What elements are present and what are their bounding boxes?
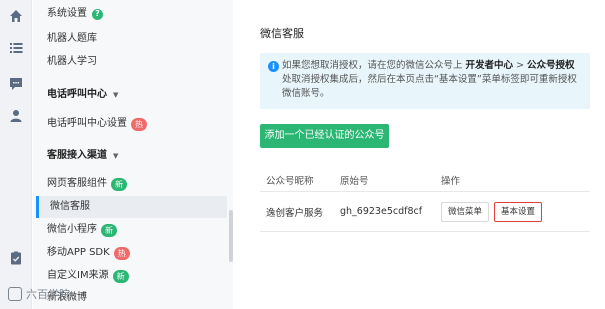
page-title: 微信客服 xyxy=(260,27,304,40)
clipboard-icon[interactable] xyxy=(8,250,24,266)
sidebar-item-label: 网页客服组件 xyxy=(47,178,107,189)
sidebar-group-call-center[interactable]: 电话呼叫中心 ▼ xyxy=(47,85,227,105)
watermark: 六百学院 xyxy=(8,286,70,302)
sidebar-item-system-settings[interactable]: 系统设置 ? xyxy=(47,3,227,25)
notice-text-part: > xyxy=(513,60,528,71)
new-badge: 新 xyxy=(101,223,117,237)
help-icon[interactable]: ? xyxy=(92,8,103,20)
column-header-actions: 操作 xyxy=(441,175,461,187)
cell-actions: 微信菜单 基本设置 xyxy=(441,192,543,231)
list-icon[interactable] xyxy=(8,40,24,56)
sidebar-item-custom-im-source[interactable]: 自定义IM来源 新 xyxy=(47,265,227,287)
chat-icon[interactable] xyxy=(8,76,24,92)
sidebar-item-sina-weibo[interactable]: 新浪微博 xyxy=(47,287,227,309)
sidebar-item-robot-question-bank[interactable]: 机器人题库 xyxy=(47,28,227,50)
sidebar-item-label: 自定义IM来源 xyxy=(47,270,109,281)
sidebar-item-label: 电话呼叫中心设置 xyxy=(47,118,127,129)
sidebar-item-mobile-app-sdk[interactable]: 移动APP SDK 热 xyxy=(47,242,227,264)
sidebar-item-label: 微信小程序 xyxy=(47,224,97,235)
sidebar-item-label: 机器人学习 xyxy=(47,56,97,67)
sidebar-item-wechat-mini-program[interactable]: 微信小程序 新 xyxy=(47,219,227,241)
column-header-raw-id: 原始号 xyxy=(340,175,369,187)
table-row: 逸创客户服务 gh_6923e5cdf8cf 微信菜单 基本设置 xyxy=(260,192,590,232)
new-badge: 新 xyxy=(112,269,129,283)
column-header-nickname: 公众号昵称 xyxy=(266,175,314,187)
icon-rail xyxy=(0,0,32,309)
basic-settings-button[interactable]: 基本设置 xyxy=(494,201,543,222)
caret-down-icon: ▼ xyxy=(113,91,119,99)
sidebar-item-label: 机器人题库 xyxy=(47,33,97,44)
table-header: 公众号昵称 原始号 操作 xyxy=(260,168,590,192)
notice-account-authorization: 公众号授权 xyxy=(527,60,575,71)
sidebar-item-wechat-service[interactable]: 微信客服 xyxy=(36,196,227,218)
info-icon: i xyxy=(268,61,279,72)
sidebar-group-channels[interactable]: 客服接入渠道 ▼ xyxy=(47,146,227,166)
caret-down-icon: ▼ xyxy=(113,152,119,160)
cell-nickname: 逸创客户服务 xyxy=(266,207,324,219)
new-badge: 新 xyxy=(111,177,127,191)
hot-badge: 热 xyxy=(131,117,147,131)
main-content: 微信客服 i 如果您想取消授权，请在您的微信公众号上 开发者中心 > 公众号授权… xyxy=(248,0,605,309)
hot-badge: 热 xyxy=(113,246,130,260)
notice-text: 如果您想取消授权，请在您的微信公众号上 开发者中心 > 公众号授权 处取消授权集… xyxy=(282,59,580,101)
home-icon[interactable] xyxy=(8,8,24,24)
sidebar-item-web-widget[interactable]: 网页客服组件 新 xyxy=(47,173,227,195)
sidebar-scrollbar[interactable] xyxy=(229,210,233,262)
group-label: 电话呼叫中心 xyxy=(47,89,107,100)
sidebar-item-label: 移动APP SDK xyxy=(47,247,110,258)
notice-text-part: 处取消授权集成后，然后在本页点击“基本设置”菜单标签即可重新授权微信账号。 xyxy=(282,74,577,99)
user-icon[interactable] xyxy=(8,108,24,124)
watermark-logo-icon xyxy=(8,287,22,301)
sidebar-item-label: 微信客服 xyxy=(50,201,90,212)
notice-developer-center: 开发者中心 xyxy=(465,60,514,71)
sidebar-item-robot-learning[interactable]: 机器人学习 xyxy=(47,51,227,73)
notice-text-part: 如果您想取消授权，请在您的微信公众号上 xyxy=(282,60,466,71)
accounts-table: 公众号昵称 原始号 操作 逸创客户服务 gh_6923e5cdf8cf 微信菜单… xyxy=(260,168,590,232)
group-label: 客服接入渠道 xyxy=(47,150,107,161)
info-notice: i 如果您想取消授权，请在您的微信公众号上 开发者中心 > 公众号授权 处取消授… xyxy=(260,53,590,109)
cell-raw-id: gh_6923e5cdf8cf xyxy=(340,206,423,217)
watermark-text: 六百学院 xyxy=(26,288,70,301)
wechat-menu-button[interactable]: 微信菜单 xyxy=(441,201,490,222)
sidebar-item-call-center-settings[interactable]: 电话呼叫中心设置 热 xyxy=(47,113,227,135)
sidebar-item-label: 系统设置 xyxy=(47,8,87,19)
add-verified-account-button[interactable]: 添加一个已经认证的公众号 xyxy=(260,124,389,148)
app-root: 系统设置 ? 机器人题库 机器人学习 电话呼叫中心 ▼ 电话呼叫中心设置 热 客… xyxy=(0,0,605,309)
settings-sidebar: 系统设置 ? 机器人题库 机器人学习 电话呼叫中心 ▼ 电话呼叫中心设置 热 客… xyxy=(33,0,233,309)
